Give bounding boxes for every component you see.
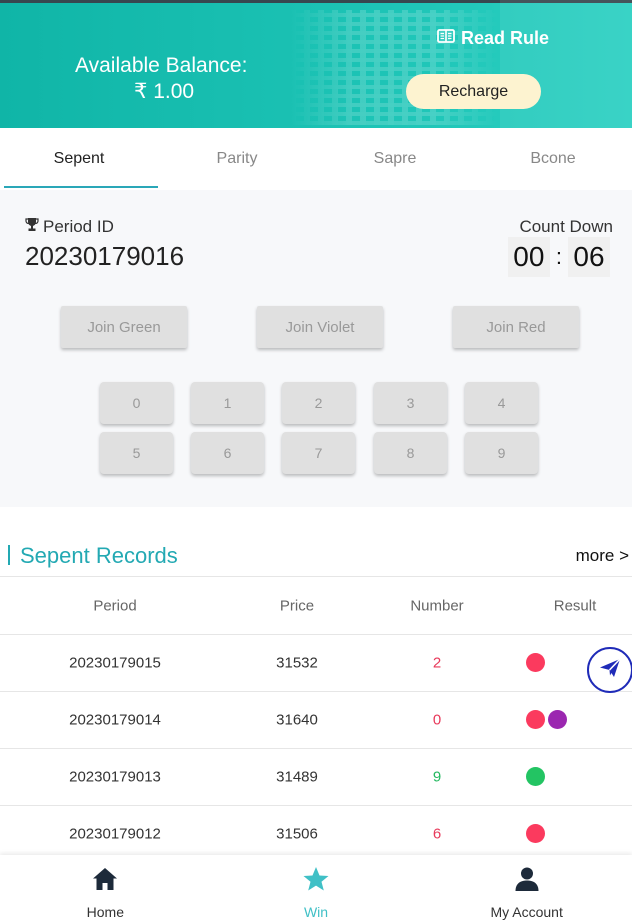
nav-my-account-label: My Account [490, 904, 563, 920]
countdown-label: Count Down [519, 217, 613, 236]
row-period: 20230179012 [69, 825, 161, 843]
telegram-fab-button[interactable] [587, 647, 632, 693]
result-dots [526, 767, 545, 786]
result-dots [526, 824, 545, 843]
result-dot [526, 767, 545, 786]
tab-sepent[interactable]: Sepent [0, 128, 158, 190]
join-red-button[interactable]: Join Red [453, 306, 579, 348]
result-dot [526, 824, 545, 843]
number-button-8[interactable]: 8 [374, 432, 447, 474]
bottom-navigation: Home Win My Account [0, 855, 632, 921]
read-rule-link[interactable]: Read Rule [437, 28, 549, 49]
number-button-3[interactable]: 3 [374, 382, 447, 424]
table-row: 20230179013 31489 9 [0, 749, 632, 806]
tab-sapre[interactable]: Sapre [316, 128, 474, 190]
nav-my-account[interactable]: My Account [421, 855, 632, 921]
number-button-5[interactable]: 5 [100, 432, 173, 474]
column-price: Price [279, 597, 315, 614]
timer-separator: : [555, 244, 562, 269]
home-icon [91, 865, 119, 904]
join-violet-button[interactable]: Join Violet [257, 306, 383, 348]
number-button-4[interactable]: 4 [465, 382, 538, 424]
row-price: 31532 [276, 654, 318, 672]
number-button-2[interactable]: 2 [282, 382, 355, 424]
nav-win[interactable]: Win [211, 855, 422, 921]
result-dot [526, 653, 545, 672]
number-button-1[interactable]: 1 [191, 382, 264, 424]
more-records-link[interactable]: more > [576, 546, 629, 566]
row-price: 31640 [276, 711, 318, 729]
row-price: 31489 [276, 768, 318, 786]
balance-value: ₹ 1.00 [134, 80, 195, 103]
game-tabs: Sepent Parity Sapre Bcone [0, 128, 632, 190]
table-row: 20230179014 31640 0 [0, 692, 632, 749]
column-result: Result [553, 597, 597, 614]
user-icon [513, 865, 541, 904]
row-period: 20230179014 [69, 711, 161, 729]
timer-minutes: 00 [507, 237, 550, 277]
number-button-6[interactable]: 6 [191, 432, 264, 474]
tab-bcone[interactable]: Bcone [474, 128, 632, 190]
game-panel: Period ID 20230179016 Count Down 00 : 06… [0, 190, 632, 507]
game-page: Available Balance: ₹ 1.00 Read Rule Rech… [0, 0, 632, 921]
row-number: 6 [432, 825, 442, 843]
records-table: Period Price Number Result 20230179015 3… [0, 576, 632, 863]
timer-seconds: 06 [568, 237, 610, 277]
number-button-7[interactable]: 7 [282, 432, 355, 474]
records-title: Sepent Records [8, 543, 178, 569]
result-dots [526, 653, 545, 672]
book-icon [437, 28, 455, 49]
period-label-text: Period ID [43, 217, 114, 236]
nav-win-label: Win [303, 904, 329, 920]
row-price: 31506 [276, 825, 318, 843]
nav-home[interactable]: Home [0, 855, 211, 921]
row-number: 0 [432, 711, 442, 729]
row-number: 9 [432, 768, 442, 786]
balance-label: Available Balance: [75, 54, 248, 77]
result-dot [526, 710, 545, 729]
trophy-icon [25, 217, 39, 237]
number-button-0[interactable]: 0 [100, 382, 173, 424]
read-rule-label: Read Rule [461, 28, 550, 48]
send-icon [598, 656, 622, 685]
result-dot [548, 710, 567, 729]
join-green-button[interactable]: Join Green [61, 306, 187, 348]
row-number: 2 [432, 654, 442, 672]
row-period: 20230179013 [69, 768, 161, 786]
row-period: 20230179015 [69, 654, 161, 672]
countdown-timer: 00 : 06 [507, 237, 610, 277]
tab-parity[interactable]: Parity [158, 128, 316, 190]
star-icon [302, 865, 330, 904]
result-dots [526, 710, 567, 729]
column-period: Period [93, 597, 137, 614]
number-button-9[interactable]: 9 [465, 432, 538, 474]
period-value: 20230179016 [25, 241, 185, 271]
table-header: Period Price Number Result [0, 577, 632, 635]
nav-home-label: Home [86, 904, 125, 920]
balance-header: Available Balance: ₹ 1.00 Read Rule Rech… [0, 0, 632, 128]
table-row: 20230179015 31532 2 [0, 635, 632, 692]
period-label: Period ID [25, 217, 114, 237]
column-number: Number [410, 597, 464, 614]
recharge-button[interactable]: Recharge [406, 74, 541, 109]
